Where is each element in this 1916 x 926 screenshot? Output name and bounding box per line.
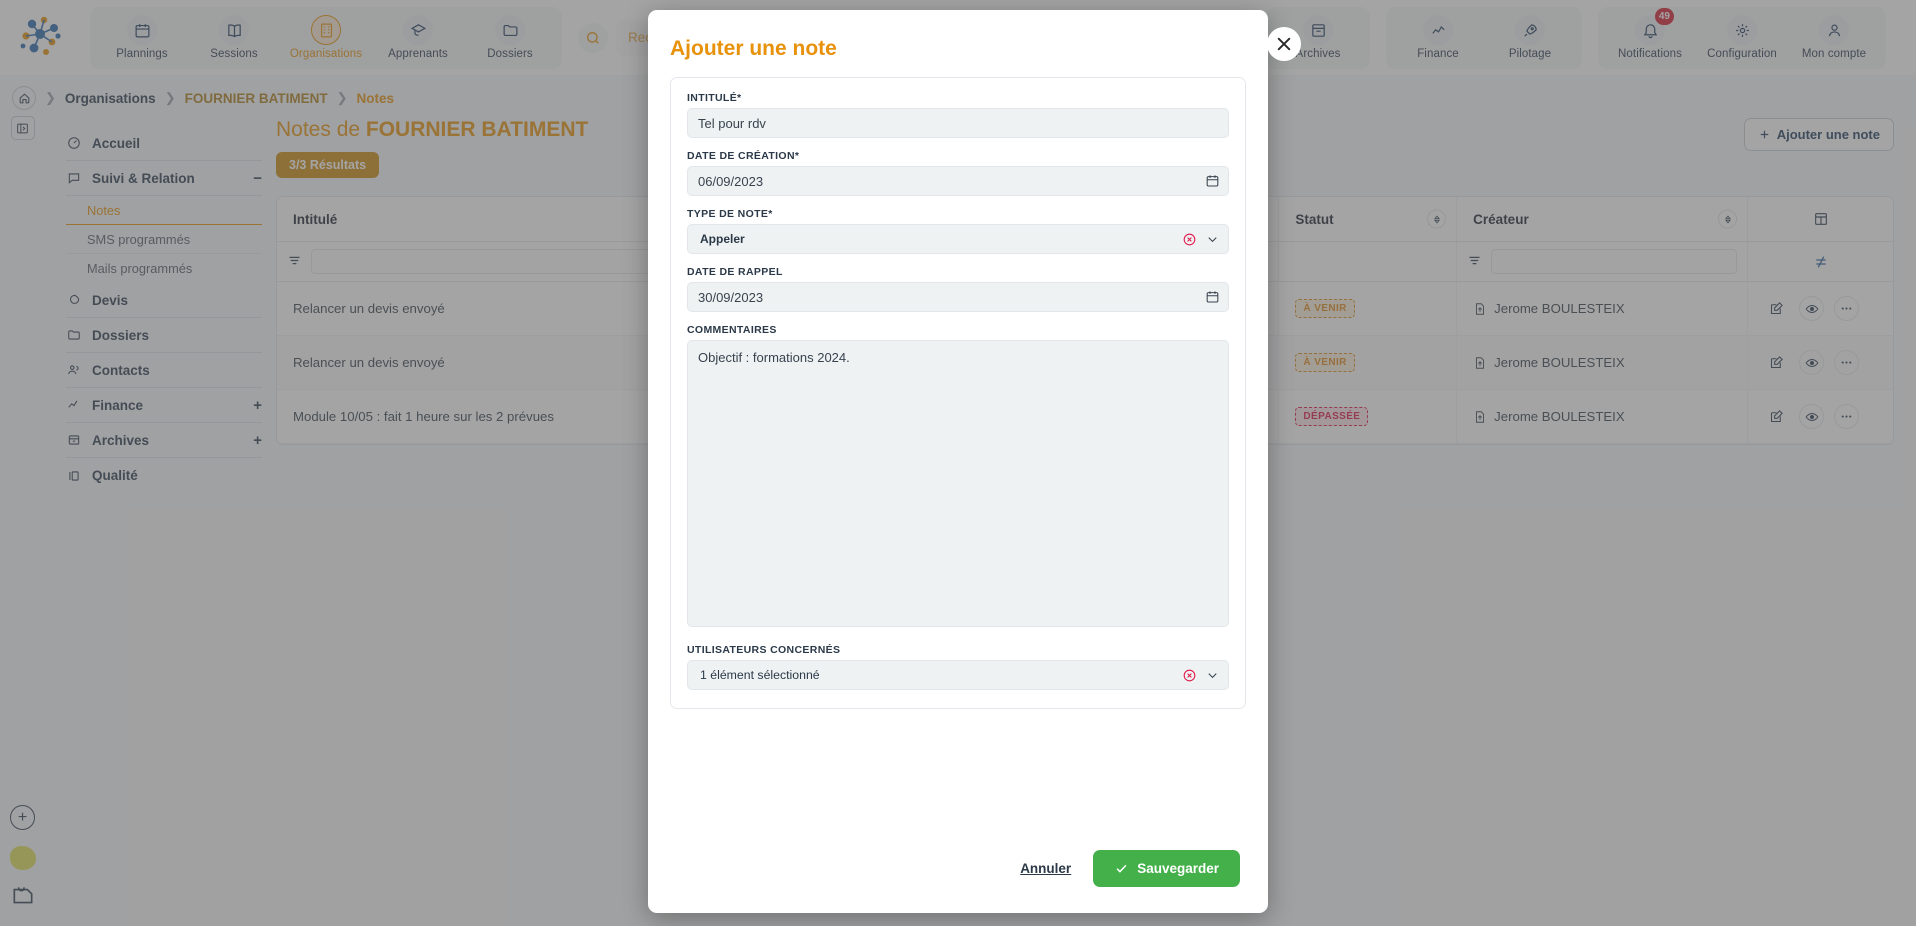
commentaires-textarea[interactable]: Objectif : formations 2024. — [687, 340, 1229, 627]
type-note-value: Appeler — [700, 232, 745, 246]
modal-body: INTITULÉ* DATE DE CRÉATION* — [648, 77, 1268, 850]
clear-circle-icon[interactable] — [1182, 232, 1197, 247]
field-label-commentaires: COMMENTAIRES — [687, 324, 1229, 336]
cancel-button[interactable]: Annuler — [1020, 861, 1071, 876]
field-type-note: TYPE DE NOTE* Appeler — [687, 208, 1229, 254]
field-label-intitule: INTITULÉ* — [687, 92, 1229, 104]
field-label-type-note: TYPE DE NOTE* — [687, 208, 1229, 220]
utilisateurs-value: 1 élément sélectionné — [700, 668, 820, 682]
field-label-date-rappel: DATE DE RAPPEL — [687, 266, 1229, 278]
field-date-creation: DATE DE CRÉATION* — [687, 150, 1229, 196]
field-label-utilisateurs: UTILISATEURS CONCERNÉS — [687, 644, 1229, 656]
type-note-select[interactable]: Appeler — [687, 224, 1229, 254]
chevron-down-icon[interactable] — [1205, 232, 1220, 247]
field-intitule: INTITULÉ* — [687, 92, 1229, 138]
save-button[interactable]: Sauvegarder — [1093, 850, 1240, 887]
field-commentaires: COMMENTAIRES Objectif : formations 2024. — [687, 324, 1229, 632]
calendar-icon[interactable] — [1205, 174, 1220, 189]
utilisateurs-select[interactable]: 1 élément sélectionné — [687, 660, 1229, 690]
chevron-down-icon[interactable] — [1205, 668, 1220, 683]
field-date-rappel: DATE DE RAPPEL — [687, 266, 1229, 312]
modal-title: Ajouter une note — [648, 10, 1268, 77]
date-rappel-input[interactable] — [687, 282, 1229, 312]
calendar-icon[interactable] — [1205, 290, 1220, 305]
field-utilisateurs: UTILISATEURS CONCERNÉS 1 élément sélecti… — [687, 644, 1229, 690]
app-root: Plannings Sessions — [0, 0, 1916, 926]
clear-circle-icon[interactable] — [1182, 668, 1197, 683]
close-icon[interactable] — [1267, 27, 1301, 61]
save-button-label: Sauvegarder — [1137, 861, 1219, 876]
field-label-date-creation: DATE DE CRÉATION* — [687, 150, 1229, 162]
add-note-modal: Ajouter une note INTITULÉ* DATE DE CRÉAT… — [648, 10, 1268, 913]
check-icon — [1114, 861, 1129, 876]
note-form: INTITULÉ* DATE DE CRÉATION* — [670, 77, 1246, 709]
intitule-input[interactable] — [687, 108, 1229, 138]
date-creation-input[interactable] — [687, 166, 1229, 196]
modal-footer: Annuler Sauvegarder — [648, 850, 1268, 913]
